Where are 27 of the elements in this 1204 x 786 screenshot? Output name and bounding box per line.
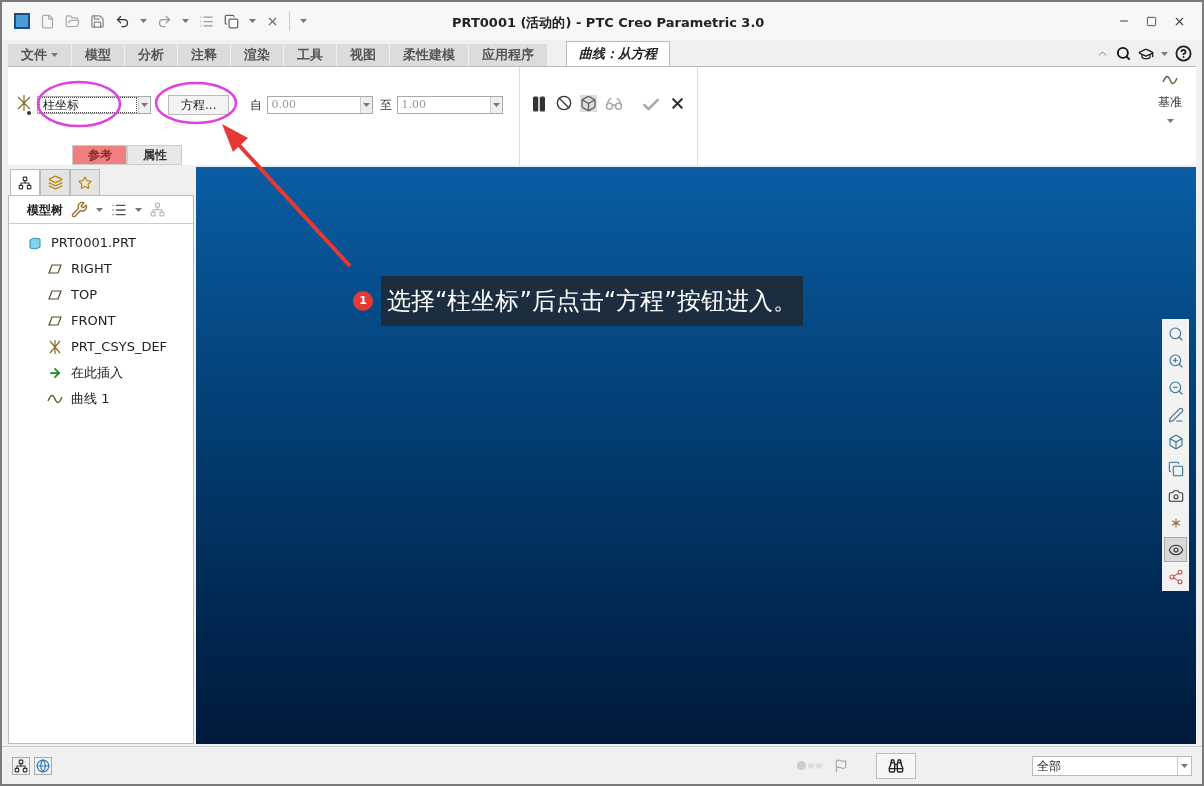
ribbon-tab[interactable]: 模型 xyxy=(72,44,125,66)
ribbon-tab[interactable]: 注释 xyxy=(178,44,231,66)
tree-item[interactable]: FRONT xyxy=(71,311,116,331)
to-label: 至 xyxy=(380,97,393,114)
selection-filter-dropdown[interactable]: 全部 xyxy=(1032,755,1192,776)
model-tree-title: 模型树 xyxy=(27,201,63,219)
tree-item[interactable]: RIGHT xyxy=(71,259,112,279)
tree-item[interactable]: TOP xyxy=(71,285,97,305)
ribbon-tab[interactable]: 分析 xyxy=(125,44,178,66)
ribbon-tab[interactable]: 视图 xyxy=(337,44,390,66)
ribbon-tab[interactable]: 应用程序 xyxy=(469,44,548,66)
datum-label[interactable]: 基准 xyxy=(1158,93,1182,111)
tree-item[interactable]: PRT_CSYS_DEF xyxy=(71,337,168,357)
tree-item[interactable]: PRT0001.PRT xyxy=(51,233,136,253)
tree-item[interactable]: 在此插入 xyxy=(71,363,123,383)
ribbon-tab[interactable]: 渲染 xyxy=(231,44,284,66)
window-title: PRT0001 (活动的) - PTC Creo Parametric 3.0 xyxy=(452,14,765,32)
ribbon-tab[interactable]: 工具 xyxy=(284,44,337,66)
panel-tab[interactable]: 属性 xyxy=(127,145,182,165)
tree-item[interactable]: 曲线 1 xyxy=(71,389,110,409)
from-label: 自 xyxy=(250,97,263,114)
ribbon-tab[interactable]: 曲线：从方程 xyxy=(566,41,670,66)
equation-button[interactable]: 方程... xyxy=(168,95,230,115)
coordinate-type-dropdown[interactable]: 柱坐标 xyxy=(37,96,151,114)
callout-text: 选择“柱坐标”后点击“方程”按钮进入。 xyxy=(381,276,803,326)
ribbon-tab[interactable]: 文件 xyxy=(8,44,72,66)
ribbon-tab[interactable]: 柔性建模 xyxy=(390,44,469,66)
